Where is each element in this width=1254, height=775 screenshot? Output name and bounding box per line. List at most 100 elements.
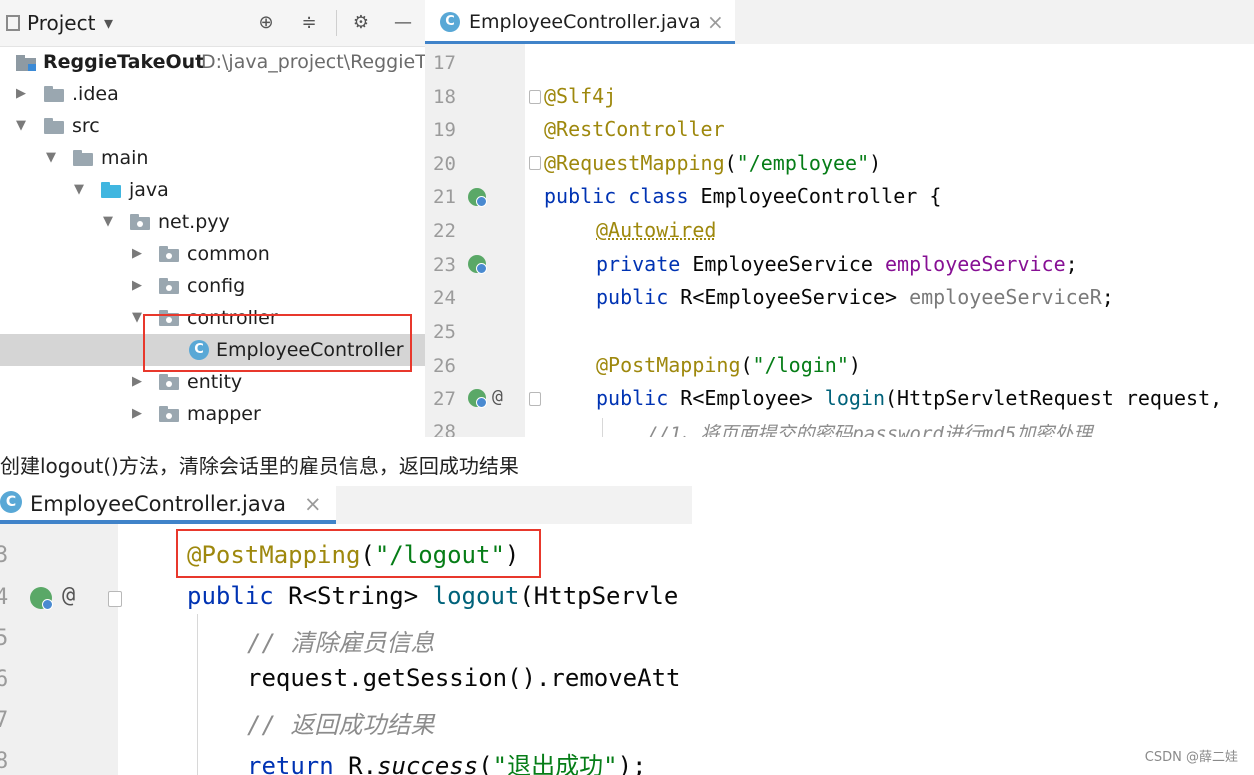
- tree-item-module[interactable]: ReggieTakeOut D:\java_project\ReggieT: [0, 46, 425, 78]
- spring-autowired-icon[interactable]: [468, 255, 487, 274]
- line-number: 25: [433, 321, 456, 343]
- tree-item-label: common: [187, 243, 270, 265]
- code-line-7: // 返回成功结果: [247, 711, 435, 739]
- tree-item-idea[interactable]: ▶ .idea: [0, 78, 425, 110]
- close-icon[interactable]: ×: [304, 486, 322, 522]
- line-number: 7: [0, 708, 9, 733]
- chevron-right-icon[interactable]: ▶: [14, 78, 28, 110]
- request-mapping-icon[interactable]: @: [62, 583, 75, 608]
- code-line-19: @RestController: [544, 117, 725, 141]
- line-number: 8: [0, 749, 9, 774]
- line-number: 5: [0, 626, 9, 651]
- collapse-all-icon[interactable]: ≑: [298, 12, 320, 34]
- fold-marker-icon[interactable]: [529, 392, 541, 406]
- code-line-6: request.getSession().removeAtt: [247, 664, 681, 692]
- editor-tab-bar: C EmployeeController.java ×: [0, 486, 692, 524]
- watermark: CSDN @薛二娃: [1144, 750, 1238, 765]
- line-number: 18: [433, 86, 456, 108]
- line-number: 26: [433, 355, 456, 377]
- chevron-down-icon[interactable]: ▼: [72, 174, 86, 206]
- chevron-down-icon[interactable]: ▼: [130, 302, 144, 334]
- tree-item-label: .idea: [72, 83, 119, 105]
- code-line-22: @Autowired: [596, 218, 717, 242]
- package-icon: [159, 406, 179, 422]
- folder-icon: [44, 118, 64, 134]
- fold-marker-icon[interactable]: [108, 591, 122, 607]
- tree-item-src[interactable]: ▼ src: [0, 110, 425, 142]
- line-number: 6: [0, 667, 9, 692]
- code-line-23: private EmployeeService employeeService;: [596, 252, 1078, 276]
- chevron-down-icon[interactable]: ▾: [104, 0, 113, 48]
- module-path: D:\java_project\ReggieT: [201, 51, 425, 73]
- line-number: 24: [433, 287, 456, 309]
- chevron-right-icon[interactable]: ▶: [130, 398, 144, 430]
- tree-item-common[interactable]: ▶ common: [0, 238, 425, 270]
- code-line-18: @Slf4j: [544, 84, 617, 108]
- package-icon: [130, 214, 150, 230]
- folder-icon: [73, 150, 93, 166]
- request-mapping-icon[interactable]: @: [492, 386, 503, 407]
- project-tool-window: Project ▾ ⊕ ≑ ⚙ — ReggieTakeOut D:\java_…: [0, 0, 425, 437]
- line-number: 4: [0, 585, 9, 610]
- tree-item-config[interactable]: ▶ config: [0, 270, 425, 302]
- line-number: 23: [433, 254, 456, 276]
- code-line-20: @RequestMapping("/employee"): [544, 151, 882, 175]
- line-number: 3: [0, 543, 9, 568]
- spring-bean-icon[interactable]: [30, 587, 53, 610]
- line-number: 21: [433, 186, 456, 208]
- tree-item-label: config: [187, 275, 246, 297]
- java-class-icon: C: [440, 12, 460, 32]
- folder-icon: [44, 86, 64, 102]
- tree-item-mapper[interactable]: ▶ mapper: [0, 398, 425, 430]
- chevron-down-icon[interactable]: ▼: [44, 142, 58, 174]
- tree-item-net-pyy[interactable]: ▼ net.pyy: [0, 206, 425, 238]
- tree-item-label: main: [101, 147, 149, 169]
- module-folder-icon: [16, 55, 36, 71]
- code-line-28: //1、将页面提交的密码password进行md5加密处理: [647, 423, 1093, 437]
- line-number: 27: [433, 388, 456, 410]
- chevron-right-icon[interactable]: ▶: [130, 270, 144, 302]
- editor-tab-label: EmployeeController.java: [469, 11, 701, 33]
- gear-icon[interactable]: ⚙: [350, 12, 372, 34]
- java-class-icon: C: [0, 491, 22, 513]
- spring-bean-icon[interactable]: [468, 389, 487, 408]
- code-line-4: public R<String> logout(HttpServle: [187, 582, 679, 610]
- tree-item-label: src: [72, 115, 100, 137]
- indent-guide: [602, 418, 603, 437]
- tree-item-main[interactable]: ▼ main: [0, 142, 425, 174]
- close-icon[interactable]: ×: [707, 0, 724, 44]
- highlight-box-logout-mapping: [176, 529, 541, 578]
- spring-bean-icon[interactable]: [468, 188, 487, 207]
- code-editor-top: C EmployeeController.java × 17 18 19 20 …: [425, 0, 1254, 437]
- line-number: 19: [433, 119, 456, 141]
- code-line-27: public R<Employee> login(HttpServletRequ…: [596, 386, 1223, 410]
- project-toolbar: Project ▾ ⊕ ≑ ⚙ —: [0, 0, 425, 47]
- article-caption: 创建logout()方法，清除会话里的雇员信息，返回成功结果: [0, 454, 519, 478]
- toolbar-divider: [336, 10, 337, 36]
- fold-marker-icon[interactable]: [529, 156, 541, 170]
- indent-guide: [197, 614, 198, 775]
- line-number: 20: [433, 153, 456, 175]
- minimize-icon[interactable]: —: [392, 12, 414, 34]
- chevron-right-icon[interactable]: ▶: [130, 366, 144, 398]
- crosshair-icon[interactable]: ⊕: [255, 12, 277, 34]
- code-line-26: @PostMapping("/login"): [596, 353, 861, 377]
- highlight-box-employee-controller: [143, 314, 412, 372]
- package-icon: [159, 278, 179, 294]
- fold-marker-icon[interactable]: [529, 90, 541, 104]
- editor-tab-employee-controller[interactable]: C EmployeeController.java ×: [0, 486, 336, 524]
- tree-item-java[interactable]: ▼ java: [0, 174, 425, 206]
- chevron-right-icon[interactable]: ▶: [130, 238, 144, 270]
- chevron-down-icon[interactable]: ▼: [14, 110, 28, 142]
- line-number: 17: [433, 52, 456, 74]
- project-panel-title[interactable]: Project: [27, 0, 95, 46]
- line-number: 28: [433, 421, 456, 437]
- editor-tab-employee-controller[interactable]: C EmployeeController.java ×: [425, 0, 735, 44]
- code-line-21: public class EmployeeController {: [544, 184, 942, 208]
- tree-item-label: mapper: [187, 403, 261, 425]
- tree-item-label: ReggieTakeOut: [43, 51, 205, 73]
- code-line-24: public R<EmployeeService> employeeServic…: [596, 285, 1114, 309]
- chevron-down-icon[interactable]: ▼: [101, 206, 115, 238]
- tree-item-label: net.pyy: [158, 211, 230, 233]
- code-line-8: return R.success("退出成功");: [247, 752, 647, 775]
